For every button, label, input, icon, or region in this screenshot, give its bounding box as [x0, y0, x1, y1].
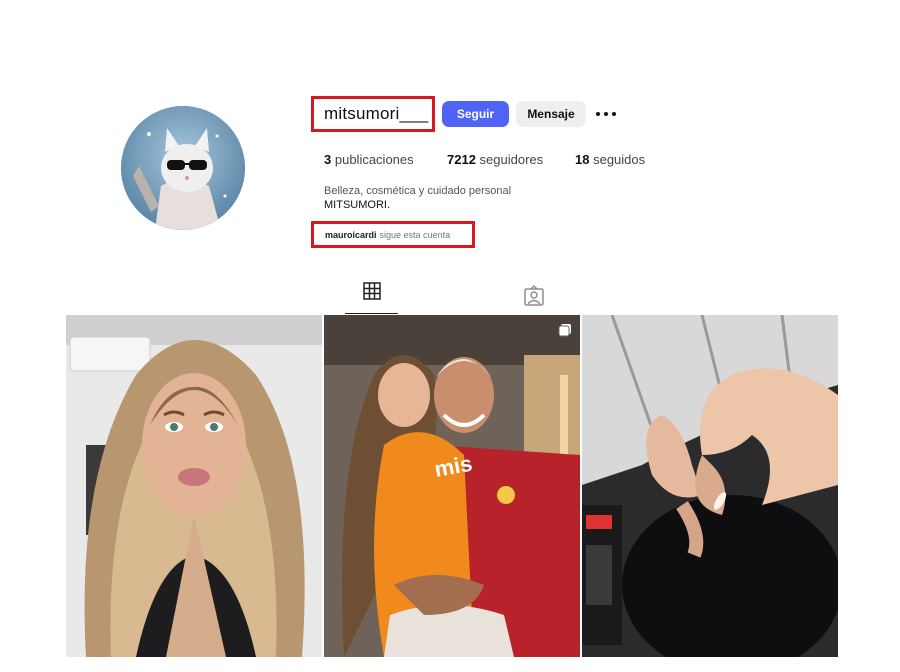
posts-label: publicaciones: [334, 152, 414, 167]
followed-by-highlight[interactable]: mauroicardi sigue esta cuenta: [311, 221, 475, 248]
profile-bio: MITSUMORI.: [324, 199, 390, 211]
following-label: seguidos: [593, 152, 646, 167]
followers-stat[interactable]: 7212 seguidores: [447, 152, 543, 167]
profile-category: Belleza, cosmética y cuidado personal: [324, 185, 512, 197]
post-thumbnail-1[interactable]: [66, 315, 322, 657]
followers-count: 7212: [447, 152, 476, 167]
posts-stat: 3 publicaciones: [324, 152, 414, 167]
tagged-icon: [524, 284, 544, 306]
followed-by-text: sigue esta cuenta: [379, 229, 451, 240]
username: mitsumori___: [324, 104, 429, 123]
followers-label: seguidores: [479, 152, 544, 167]
post-thumbnail-2[interactable]: mis: [324, 315, 580, 657]
username-highlight: mitsumori___: [311, 96, 435, 132]
followed-by-user[interactable]: mauroicardi: [325, 230, 377, 240]
post-1-image: [66, 315, 322, 657]
carousel-icon: [558, 324, 571, 337]
post-2-image: mis: [324, 315, 580, 657]
message-button[interactable]: Mensaje: [516, 101, 586, 127]
following-stat[interactable]: 18 seguidos: [575, 152, 645, 167]
more-options-icon[interactable]: [596, 104, 616, 124]
tab-tagged[interactable]: [522, 284, 546, 308]
post-3-image: [582, 315, 838, 657]
follow-button[interactable]: Seguir: [442, 101, 509, 127]
post-thumbnail-3[interactable]: [582, 315, 838, 657]
grid-icon: [362, 282, 381, 300]
following-count: 18: [575, 152, 590, 167]
tab-posts[interactable]: [345, 282, 398, 314]
posts-count: 3: [324, 152, 332, 167]
profile-avatar[interactable]: [121, 106, 245, 230]
